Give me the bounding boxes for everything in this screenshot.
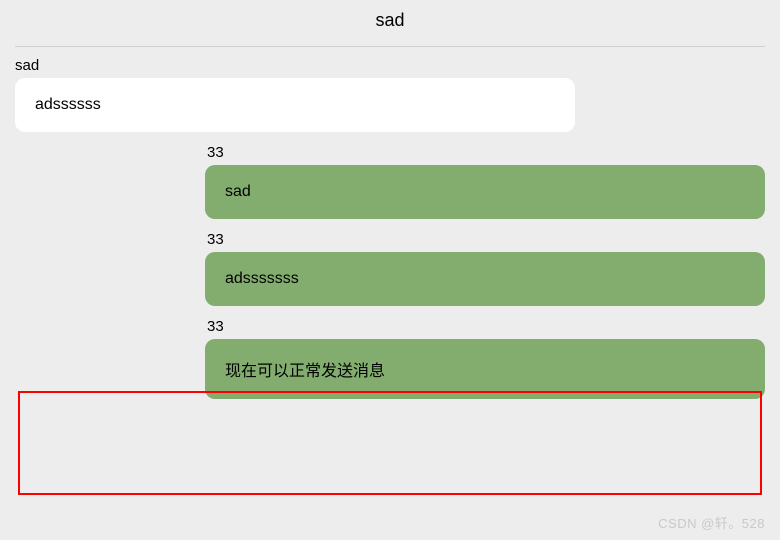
sender-label: 33	[205, 144, 765, 161]
sender-label: 33	[205, 231, 765, 248]
message-row: sad adssssss	[15, 57, 765, 132]
message-bubble-outgoing[interactable]: 现在可以正常发送消息	[205, 339, 765, 399]
message-bubble-incoming[interactable]: adssssss	[15, 78, 575, 132]
message-row: 33 adsssssss	[15, 231, 765, 306]
sender-label: 33	[205, 318, 765, 335]
message-row: 33 现在可以正常发送消息	[15, 318, 765, 399]
sender-label: sad	[15, 57, 765, 74]
message-bubble-outgoing[interactable]: adsssssss	[205, 252, 765, 306]
message-row: 33 sad	[15, 144, 765, 219]
chat-header: sad	[15, 0, 765, 47]
chat-messages-area: sad adssssss 33 sad 33 adsssssss 33 现在可以…	[0, 47, 780, 421]
watermark-text: CSDN @轩。528	[658, 513, 765, 532]
chat-title: sad	[375, 10, 404, 30]
message-bubble-outgoing[interactable]: sad	[205, 165, 765, 219]
